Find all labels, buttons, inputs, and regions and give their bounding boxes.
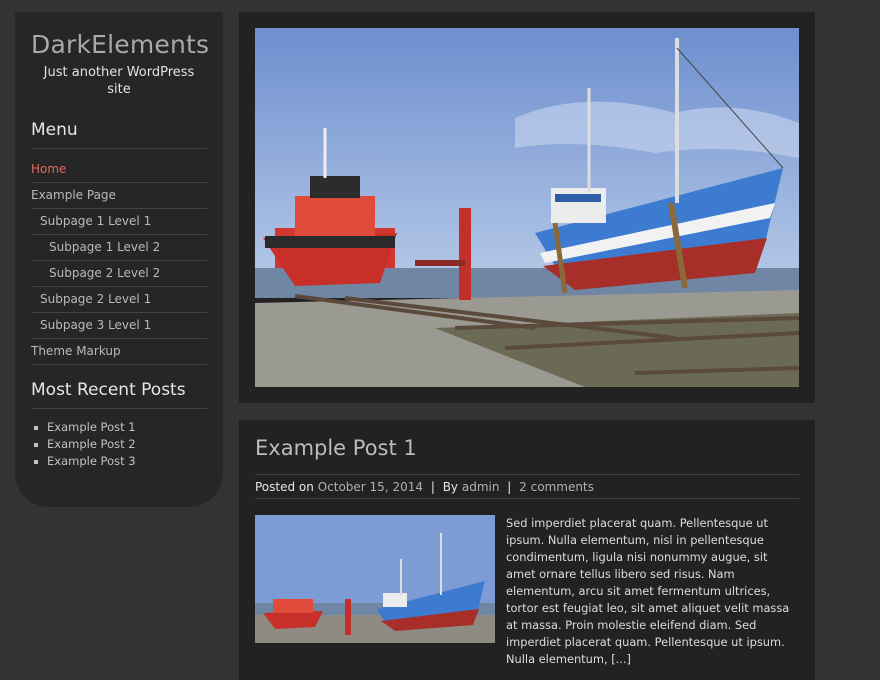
header-image-boats [255,28,799,387]
sidebar: DarkElements Just another WordPress site… [15,12,223,507]
header-image-frame [239,12,815,403]
recent-posts-list: Example Post 1 Example Post 2 Example Post… [31,419,207,470]
author-link[interactable]: admin [462,480,500,494]
recent-post-link[interactable]: Example Post 1 [31,419,207,436]
comments-link[interactable]: 2 comments [519,480,594,494]
site-title[interactable]: DarkElements [31,30,209,59]
post-excerpt: Sed imperdiet placerat quam. Pellentesqu… [506,515,799,668]
menu-list: Home Example Page Subpage 1 Level 1 Subpage… [31,157,207,365]
post-article: Example Post 1 Posted on October 15, 201… [239,420,815,680]
menu-item[interactable]: Subpage 1 Level 2 [31,235,207,261]
meta-separator: | [507,480,512,494]
menu-item[interactable]: Theme Markup [31,339,207,365]
post-title[interactable]: Example Post 1 [255,436,799,475]
post-meta: Posted on October 15, 2014 | By admin | … [255,475,799,499]
menu-item[interactable]: Subpage 2 Level 2 [31,261,207,287]
menu-item[interactable]: Subpage 2 Level 1 [31,287,207,313]
recent-post-link[interactable]: Example Post 3 [31,453,207,470]
meta-separator: | [430,480,435,494]
post-thumbnail[interactable] [255,515,495,643]
boats-thumbnail-illustration [255,515,495,643]
menu-item[interactable]: Subpage 3 Level 1 [31,313,207,339]
posted-on-label: Posted on [255,480,314,494]
menu-item[interactable]: Example Page [31,183,207,209]
recent-post-link[interactable]: Example Post 2 [31,436,207,453]
menu-item[interactable]: Home [31,157,207,183]
post-date-link[interactable]: October 15, 2014 [318,480,423,494]
menu-heading: Menu [31,120,207,149]
excerpt-text: Sed imperdiet placerat quam. Pellentesqu… [506,516,790,666]
site-tagline: Just another WordPress site [43,65,195,97]
boats-photo-illustration [255,28,799,387]
recent-posts-heading: Most Recent Posts [31,380,207,409]
menu-item[interactable]: Subpage 1 Level 1 [31,209,207,235]
read-more-link[interactable]: [...] [611,652,631,666]
by-label: By [442,480,459,494]
post-body: Sed imperdiet placerat quam. Pellentesqu… [255,515,799,668]
